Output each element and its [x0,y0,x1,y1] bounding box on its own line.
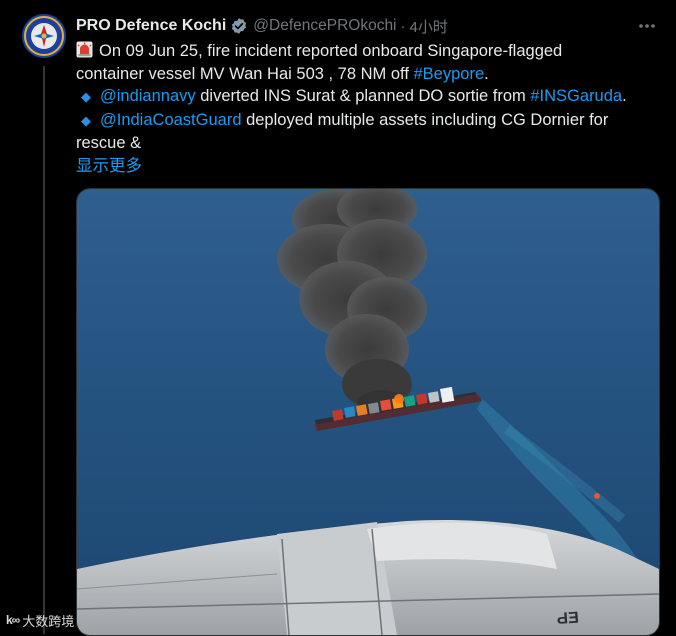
burning-ship-photo: ԀƎ [77,189,659,635]
text-segment: diverted INS Surat & planned DO sortie f… [195,87,531,105]
more-options-button[interactable] [636,15,658,37]
text-line-5: rescue & [76,134,142,152]
more-horizontal-icon [639,24,655,28]
text-line-4: ◆ @IndiaCoastGuard deployed multiple asse… [76,109,656,133]
hashtag-insgaruda[interactable]: #INSGaruda [530,87,622,105]
show-more-link[interactable]: 显示更多 [76,155,656,178]
blue-diamond-icon: ◆ [81,112,91,128]
svg-text:ԀƎ: ԀƎ [556,609,579,628]
tweet-text: On 09 Jun 25, fire incident reported onb… [76,40,656,177]
text-segment: container vessel MV Wan Hai 503 , 78 NM … [76,64,414,83]
text-line-3: ◆ @indiannavy diverted INS Surat & planne… [76,85,656,109]
tweet-image[interactable]: ԀƎ [76,188,660,636]
watermark: k∞ 大数跨境 [6,610,74,630]
watermark-logo: k∞ [6,613,20,627]
text-segment: On 09 Jun 25, fire incident reported onb… [99,42,563,60]
emblem-logo-icon [22,14,66,58]
avatar[interactable] [22,14,66,58]
blue-diamond-icon: ◆ [81,89,91,104]
thread-line [43,66,45,634]
text-segment: . [484,64,489,83]
post-time[interactable]: 4小时 [410,16,448,37]
siren-icon [76,41,93,58]
author-name[interactable]: PRO Defence Kochi [76,17,226,35]
header-separator: · [400,17,406,35]
watermark-text: 大数跨境 [22,613,75,629]
hashtag-beypore[interactable]: #Beypore [414,65,485,83]
mention-indiacoastguard[interactable]: @IndiaCoastGuard [100,111,242,129]
text-line-1: On 09 Jun 25, fire incident reported onb… [76,40,656,63]
text-segment: deployed multiple assets including CG Do… [241,110,609,129]
text-line-2: container vessel MV Wan Hai 503 , 78 NM … [76,63,656,86]
text-segment: . [622,87,627,105]
author-handle[interactable]: @DefencePROkochi [253,17,396,35]
verified-badge-icon [230,17,248,35]
tweet-card[interactable]: PRO Defence Kochi @DefencePROkochi · 4小时… [0,0,676,636]
mention-indiannavy[interactable]: @indiannavy [100,87,196,105]
tweet-header: PRO Defence Kochi @DefencePROkochi · 4小时 [76,15,448,37]
